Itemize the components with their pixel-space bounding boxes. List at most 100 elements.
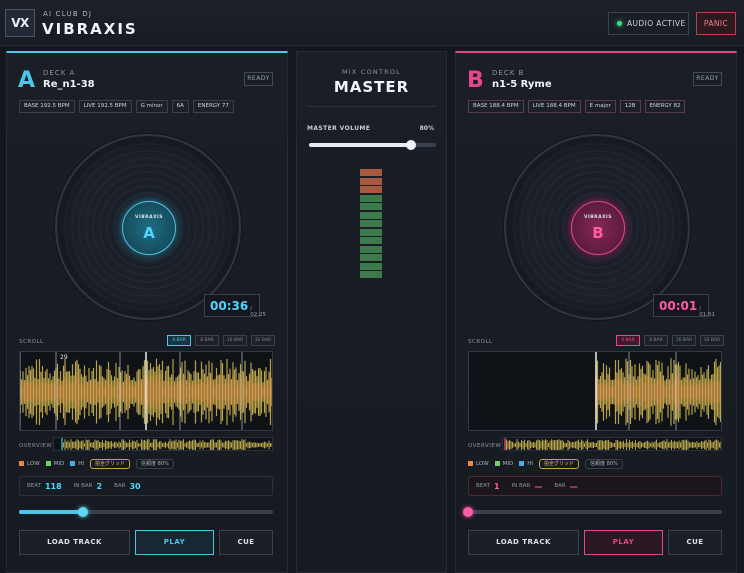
deck-b-legend-hi: HI (519, 461, 533, 467)
level-meter-segment (360, 262, 382, 270)
deck-a-bar-8-button[interactable]: 8 BAR (195, 335, 219, 346)
deck-a-pitch-slider[interactable] (19, 507, 273, 517)
top-bar: VX AI CLUB DJ VIBRAXIS AUDIO ACTIVE PANI… (0, 0, 744, 46)
deck-b-pitch-knob[interactable] (463, 507, 473, 517)
master-volume-fill (309, 143, 411, 147)
deck-b-load-button[interactable]: LOAD TRACK (468, 530, 579, 555)
audio-status-badge: AUDIO ACTIVE (608, 12, 689, 35)
master-volume-knob[interactable] (405, 140, 416, 150)
deck-b-bar-32-button[interactable]: 32 BAR (700, 335, 724, 346)
deck-a-tag-camelot: 6A (171, 100, 189, 113)
master-volume-slider[interactable] (309, 140, 436, 150)
deck-b-tags: BASE 188.4 BPM LIVE 188.4 BPM E major 12… (468, 100, 686, 113)
deck-b-beat-info: BEAT 1 IN BAR — BAR — (468, 476, 722, 496)
deck-b-pitch-slider[interactable] (463, 507, 722, 517)
deck-b-bar-16-button[interactable]: 16 BAR (672, 335, 696, 346)
deck-b-beat-label: BEAT (476, 483, 490, 489)
deck-a-time-current: 00:36 (210, 299, 249, 313)
deck-b-bar-value: — (569, 481, 578, 491)
deck-b-overview[interactable] (502, 437, 722, 451)
deck-a-overview-label: OVERVIEW (19, 443, 53, 449)
deck-a-tags: BASE 192.5 BPM LIVE 192.5 BPM G minor 6A… (19, 100, 234, 113)
deck-a-waveform-graphic (20, 352, 272, 430)
deck-a-confidence-badge: 信頼度 80% (136, 459, 174, 469)
deck-b-bar-label: BAR (554, 483, 566, 489)
deck-b-legend-mid: MID (494, 461, 513, 467)
deck-a-waveform[interactable]: 29 (19, 351, 273, 431)
deck-b-panel: B DECK B n1-5 Ryme READY BASE 188.4 BPM … (455, 51, 737, 573)
deck-b-legend: LOW MID HI 拍全グリッド 信頼度 80% (468, 459, 623, 469)
deck-a-panel: A DECK A Re_n1-38 READY BASE 192.5 BPM L… (6, 51, 288, 573)
deck-a-time-total: / 02:25 (250, 306, 267, 318)
deck-a-tag-live-bpm: LIVE 192.5 BPM (78, 100, 132, 113)
mixer-panel: MIX CONTROL MASTER MASTER VOLUME 80% (296, 51, 447, 573)
low-swatch-icon (19, 461, 24, 466)
deck-b-tag-energy: ENERGY 82 (644, 100, 686, 113)
mid-swatch-icon (45, 461, 51, 466)
deck-a-platter-letter: A (143, 224, 155, 242)
deck-a-bar-32-button[interactable]: 32 BAR (251, 335, 275, 346)
deck-b-label: DECK B (492, 69, 525, 77)
deck-a-overview-graphic (61, 438, 272, 450)
deck-b-bar-8-button[interactable]: 8 BAR (644, 335, 668, 346)
deck-a-inbar-value: 2 (96, 481, 103, 491)
level-meter-segment (360, 237, 382, 244)
deck-a-legend-low: LOW (19, 461, 40, 467)
deck-a-bar-4-button[interactable]: 4 BAR (167, 335, 191, 346)
deck-a-bar-16-button[interactable]: 16 BAR (223, 335, 247, 346)
deck-a-bar-selector: 4 BAR 8 BAR 16 BAR 32 BAR (167, 335, 275, 346)
deck-a-play-button[interactable]: PLAY (135, 530, 214, 555)
level-meter-segment (360, 169, 382, 176)
mixer-title: MASTER (333, 78, 410, 96)
deck-a-platter-brand: VIBRAXIS (135, 215, 163, 220)
deck-b-waveform-graphic (595, 352, 721, 430)
deck-a-grid-badge[interactable]: 拍全グリッド (90, 459, 131, 469)
level-meter-segment (360, 228, 382, 236)
deck-b-tag-camelot: 12B (619, 100, 641, 113)
deck-b-inbar-value: — (534, 481, 543, 491)
deck-a-track-title: Re_n1-38 (43, 79, 95, 90)
deck-b-cue-button[interactable]: CUE (668, 530, 722, 555)
deck-b-letter: B (467, 68, 484, 93)
level-meter-segment (360, 211, 382, 219)
panic-button[interactable]: PANIC (696, 12, 736, 35)
deck-a-tag-key: G minor (135, 100, 168, 113)
deck-a-legend: LOW MID HI 拍全グリッド 信頼度 80% (19, 459, 174, 469)
deck-a-pitch-knob[interactable] (77, 507, 88, 517)
audio-status-text: AUDIO ACTIVE (627, 19, 686, 28)
deck-b-overview-graphic (504, 438, 721, 450)
deck-b-scroll-label: SCROLL (468, 339, 493, 345)
level-meter-segment (360, 194, 382, 202)
deck-a-scroll-label: SCROLL (19, 339, 44, 345)
deck-a-overview[interactable] (53, 437, 273, 451)
deck-b-overview-label: OVERVIEW (468, 443, 502, 449)
level-meter-segment (360, 254, 382, 261)
deck-b-beat-value: 1 (493, 481, 500, 491)
deck-b-time-display: 00:01 / 01:51 (653, 294, 715, 318)
deck-a-tag-base-bpm: BASE 192.5 BPM (19, 100, 75, 113)
deck-b-tag-base-bpm: BASE 188.4 BPM (468, 100, 524, 113)
deck-b-bar-4-button[interactable]: 4 BAR (616, 335, 640, 346)
deck-a-legend-hi: HI (70, 461, 84, 467)
deck-b-status-badge: READY (693, 72, 722, 86)
deck-a-pitch-fill (19, 510, 83, 514)
deck-b-waveform[interactable] (468, 351, 722, 431)
deck-b-time-total: / 01:51 (699, 306, 716, 318)
deck-b-play-button[interactable]: PLAY (584, 530, 663, 555)
level-meter-segment (360, 245, 382, 253)
deck-b-platter[interactable]: VIBRAXIS B (504, 134, 690, 320)
deck-a-platter[interactable]: VIBRAXIS A (55, 134, 241, 320)
level-meter-segment (360, 177, 382, 185)
deck-a-bar-label: BAR (114, 483, 126, 489)
deck-b-bar-selector: 4 BAR 8 BAR 16 BAR 32 BAR (616, 335, 724, 346)
mid-swatch-icon (494, 461, 500, 466)
mixer-divider (307, 106, 436, 107)
app-logo: VX (5, 9, 35, 37)
deck-a-load-button[interactable]: LOAD TRACK (19, 530, 130, 555)
level-meter-segment (360, 186, 382, 193)
deck-a-cue-button[interactable]: CUE (219, 530, 273, 555)
deck-a-bar-marker: 29 (60, 354, 68, 361)
deck-a-time-display: 00:36 / 02:25 (204, 294, 266, 318)
deck-a-platter-label: VIBRAXIS A (122, 201, 176, 255)
deck-b-grid-badge[interactable]: 拍全グリッド (539, 459, 580, 469)
